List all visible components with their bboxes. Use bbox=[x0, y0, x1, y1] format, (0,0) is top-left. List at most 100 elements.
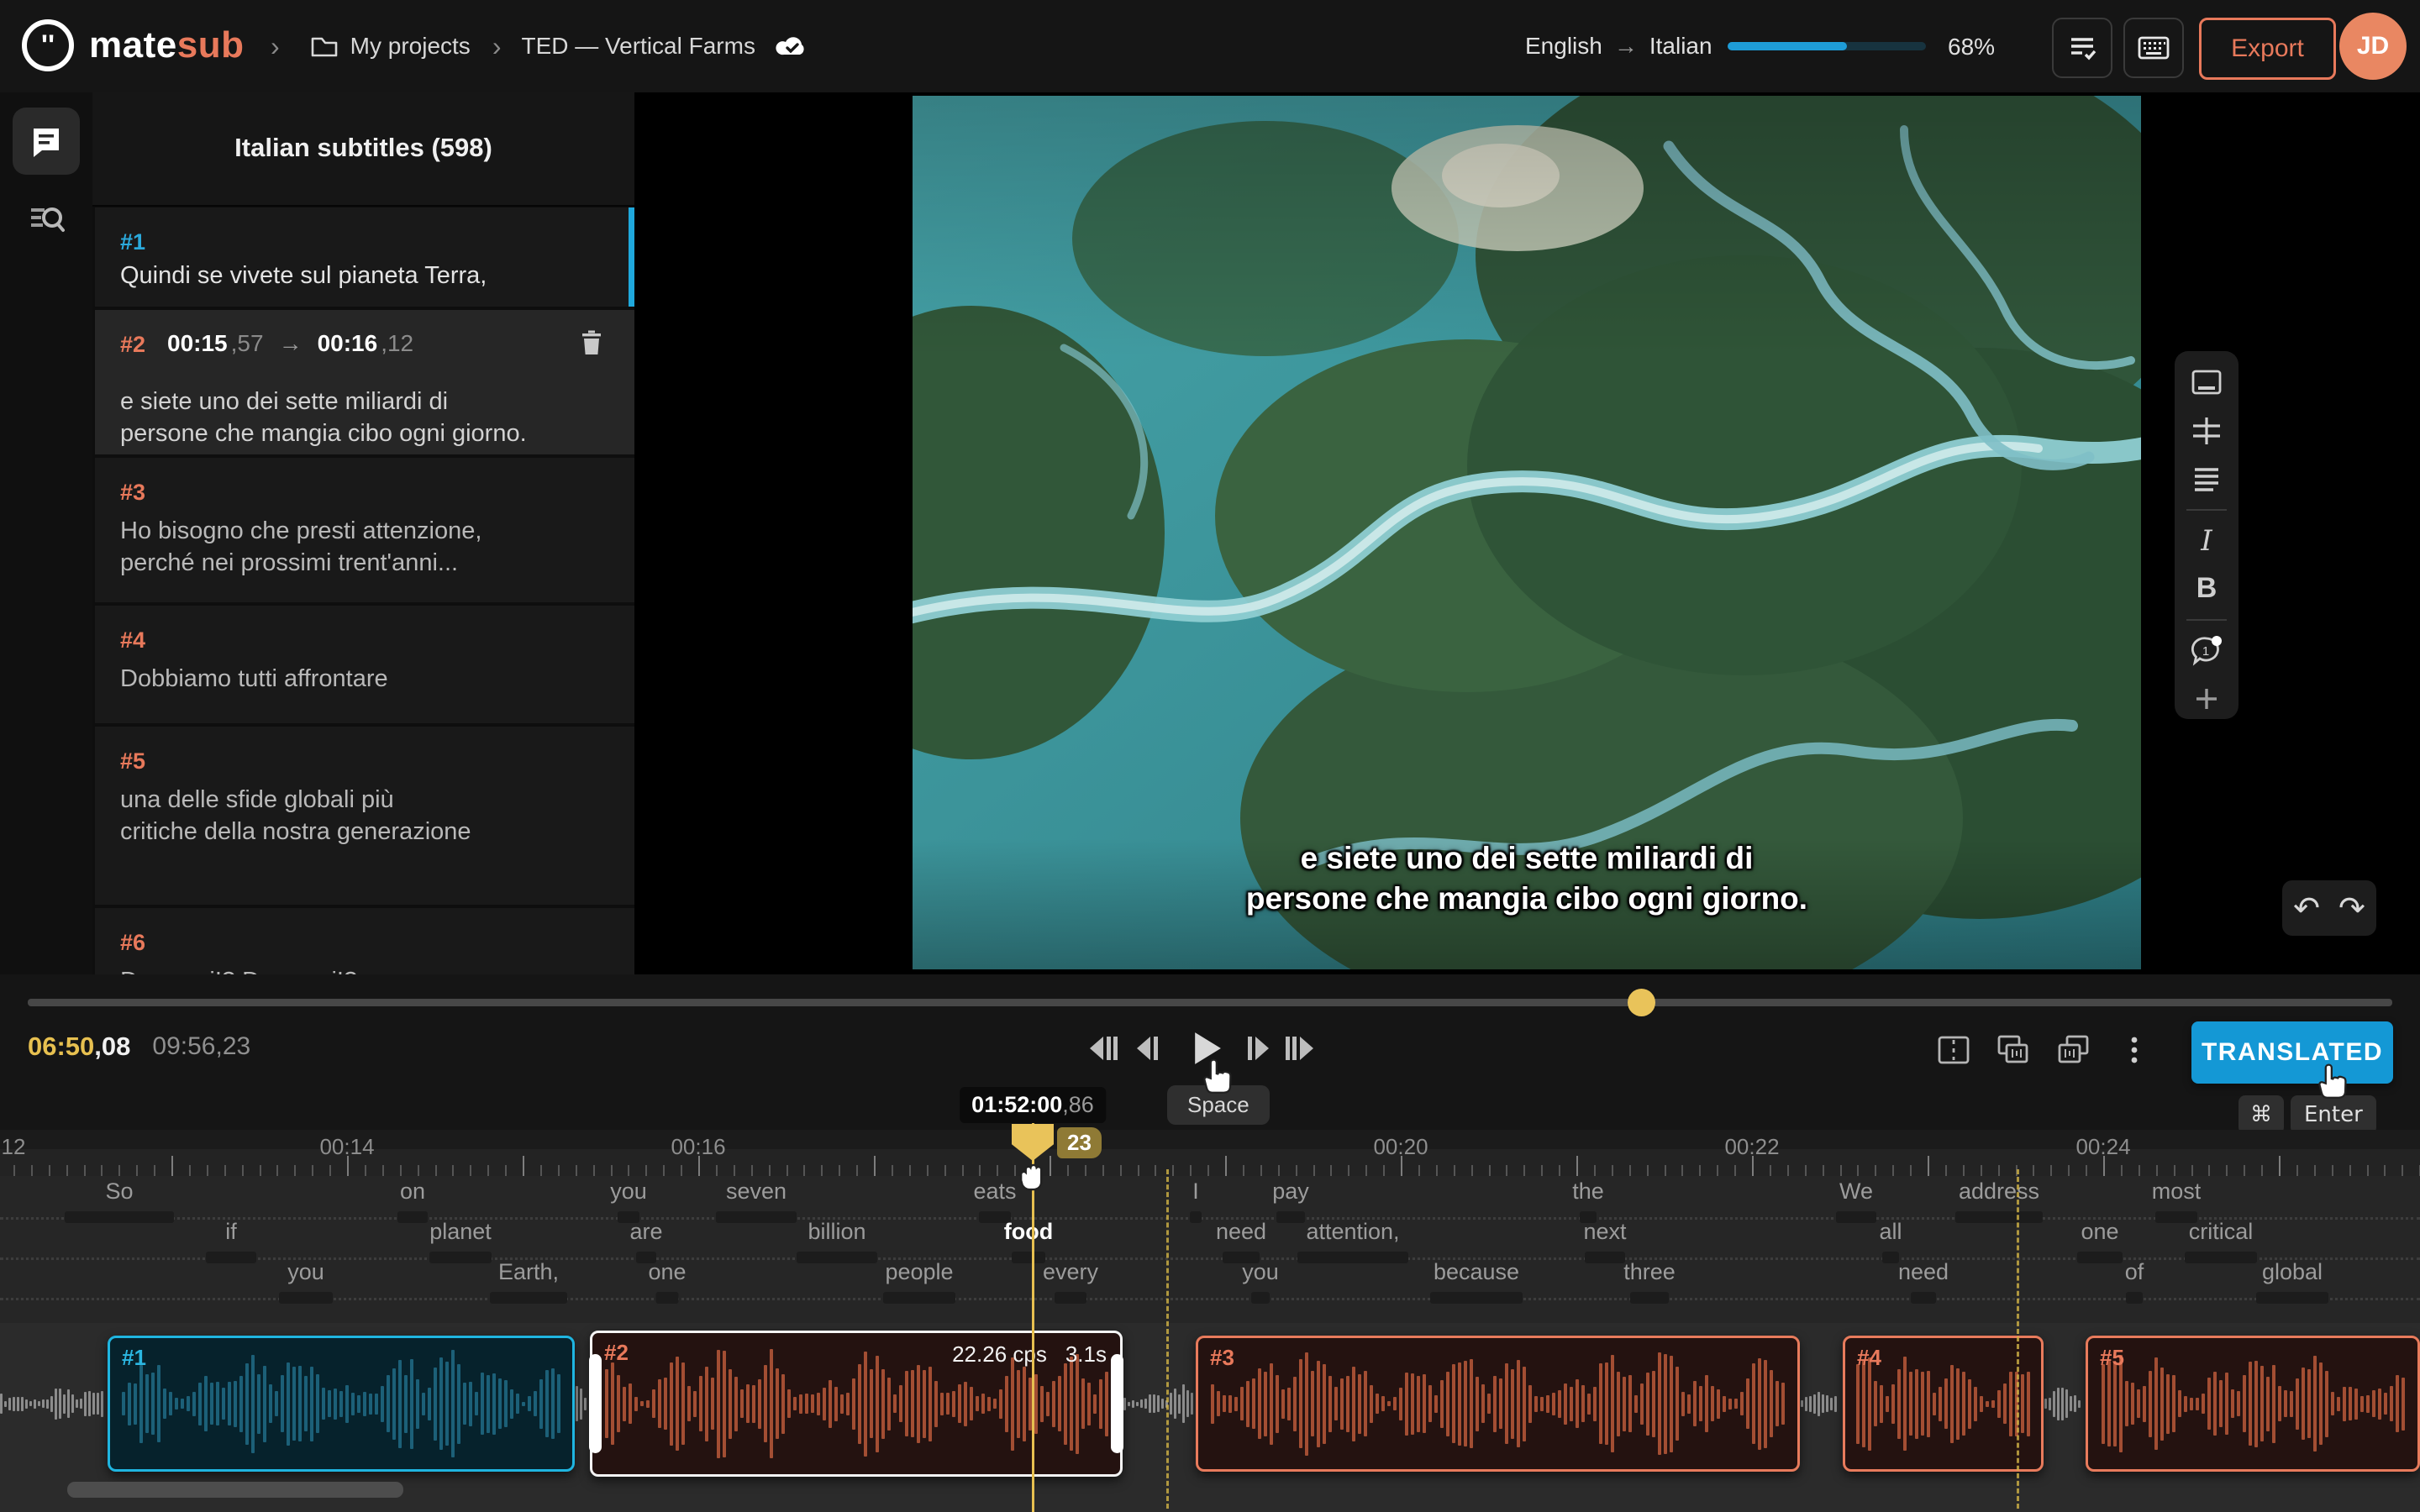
video-player[interactable]: e siete uno dei sette miliardi di person… bbox=[913, 96, 2141, 969]
word-timing-bar[interactable] bbox=[429, 1252, 492, 1263]
source-word[interactable]: need bbox=[1216, 1219, 1266, 1245]
word-timing-bar[interactable] bbox=[2256, 1292, 2328, 1304]
source-word[interactable]: pay bbox=[1272, 1179, 1309, 1205]
source-word[interactable]: people bbox=[885, 1259, 953, 1285]
undo-icon[interactable]: ↶ bbox=[2293, 890, 2320, 927]
source-word[interactable]: most bbox=[2152, 1179, 2202, 1205]
source-word[interactable]: next bbox=[1583, 1219, 1626, 1245]
comments-button[interactable]: 1 bbox=[2185, 631, 2228, 672]
word-timing-bar[interactable] bbox=[1585, 1252, 1625, 1263]
source-word[interactable]: need bbox=[1898, 1259, 1949, 1285]
source-word[interactable]: food bbox=[1004, 1219, 1053, 1245]
position-bottom-button[interactable] bbox=[2185, 363, 2228, 404]
duplicate-track-button[interactable] bbox=[1992, 1030, 2033, 1070]
word-timing-bar[interactable] bbox=[1190, 1211, 1202, 1223]
subtitle-cue[interactable]: #5una delle sfide globali piùcritiche de… bbox=[95, 727, 634, 905]
subtitle-block[interactable]: #222.26 cps3.1s bbox=[590, 1331, 1123, 1477]
cue-text[interactable]: Quindi se vivete sul pianeta Terra, bbox=[120, 260, 602, 291]
word-timing-bar[interactable] bbox=[656, 1292, 679, 1304]
source-word[interactable]: all bbox=[1879, 1219, 1902, 1245]
qa-checklist-button[interactable] bbox=[2052, 18, 2112, 78]
source-word[interactable]: if bbox=[225, 1219, 237, 1245]
subtitle-cue[interactable]: #200:15,57→00:16,12e siete uno dei sette… bbox=[95, 310, 634, 454]
breadcrumb-project-name[interactable]: TED — Vertical Farms bbox=[521, 33, 755, 60]
word-timing-bar[interactable] bbox=[1630, 1292, 1669, 1304]
source-word[interactable]: eats bbox=[973, 1179, 1016, 1205]
source-word[interactable]: you bbox=[1242, 1259, 1279, 1285]
split-view-button[interactable] bbox=[1933, 1030, 1974, 1070]
bold-button[interactable]: B bbox=[2185, 568, 2228, 609]
subtitle-block[interactable]: #1 bbox=[108, 1336, 575, 1472]
word-timing-bar[interactable] bbox=[1297, 1252, 1408, 1263]
more-options-button[interactable] bbox=[2119, 1030, 2149, 1070]
word-timing-bar[interactable] bbox=[1055, 1292, 1086, 1304]
word-timing-bar[interactable] bbox=[1012, 1252, 1045, 1263]
block-resize-handle-right[interactable] bbox=[1111, 1354, 1123, 1453]
source-word[interactable]: every bbox=[1043, 1259, 1098, 1285]
word-timing-bar[interactable] bbox=[797, 1252, 877, 1263]
word-timing-bar[interactable] bbox=[1430, 1292, 1523, 1304]
matesub-logo[interactable]: '' matesub bbox=[20, 18, 244, 73]
source-word[interactable]: you bbox=[287, 1259, 324, 1285]
subtitle-block[interactable]: #3 bbox=[1196, 1336, 1800, 1472]
subtitle-cue[interactable]: #3Ho bisogno che presti attenzione,perch… bbox=[95, 458, 634, 602]
source-word[interactable]: critical bbox=[2189, 1219, 2254, 1245]
seek-knob[interactable] bbox=[1628, 989, 1655, 1016]
cue-timecodes[interactable]: 00:15,57→00:16,12 bbox=[167, 330, 413, 357]
source-word[interactable]: one bbox=[648, 1259, 686, 1285]
source-word[interactable]: three bbox=[1623, 1259, 1676, 1285]
avatar[interactable]: JD bbox=[2339, 13, 2407, 80]
italic-button[interactable]: I bbox=[2185, 521, 2228, 562]
source-word[interactable]: seven bbox=[726, 1179, 786, 1205]
word-timing-bar[interactable] bbox=[883, 1292, 955, 1304]
add-line-button[interactable] bbox=[2185, 678, 2228, 719]
delete-cue-button[interactable] bbox=[579, 328, 604, 357]
subtitle-block[interactable]: #5 bbox=[2086, 1336, 2420, 1472]
shortcuts-button[interactable] bbox=[2123, 18, 2184, 78]
skip-back-button[interactable] bbox=[1085, 1030, 1122, 1067]
source-word[interactable]: address bbox=[1959, 1179, 2039, 1205]
word-timing-bar[interactable] bbox=[1276, 1211, 1305, 1223]
source-word[interactable]: global bbox=[2262, 1259, 2323, 1285]
source-word[interactable]: billion bbox=[808, 1219, 865, 1245]
skip-forward-button[interactable] bbox=[1281, 1030, 1318, 1067]
redo-icon[interactable]: ↷ bbox=[2338, 890, 2365, 927]
word-timing-bar[interactable] bbox=[1836, 1211, 1876, 1223]
subtitles-tab[interactable] bbox=[13, 108, 80, 175]
source-word[interactable]: are bbox=[629, 1219, 662, 1245]
cue-text[interactable]: e siete uno dei sette miliardi dipersone… bbox=[120, 386, 602, 449]
subtitle-block[interactable]: #4 bbox=[1843, 1336, 2044, 1472]
source-word[interactable]: the bbox=[1572, 1179, 1604, 1205]
word-timing-bar[interactable] bbox=[2185, 1252, 2257, 1263]
cue-text[interactable]: Ho bisogno che presti attenzione,perché … bbox=[120, 515, 602, 579]
source-word[interactable]: I bbox=[1192, 1179, 1199, 1205]
translated-button[interactable]: TRANSLATED bbox=[2191, 1021, 2393, 1084]
source-word[interactable]: planet bbox=[429, 1219, 492, 1245]
word-timing-bar[interactable] bbox=[716, 1211, 797, 1223]
source-word[interactable]: one bbox=[2081, 1219, 2118, 1245]
block-resize-handle-left[interactable] bbox=[589, 1354, 602, 1453]
source-word[interactable]: attention, bbox=[1306, 1219, 1399, 1245]
source-word[interactable]: you bbox=[610, 1179, 647, 1205]
source-word[interactable]: on bbox=[400, 1179, 425, 1205]
word-timing-bar[interactable] bbox=[1251, 1292, 1270, 1304]
word-timing-bar[interactable] bbox=[206, 1252, 256, 1263]
breadcrumb-my-projects[interactable]: My projects bbox=[350, 33, 471, 60]
stack-track-button[interactable] bbox=[2053, 1030, 2093, 1070]
source-word[interactable]: Earth, bbox=[498, 1259, 559, 1285]
justify-lines-button[interactable] bbox=[2185, 458, 2228, 499]
source-word[interactable]: of bbox=[2125, 1259, 2144, 1285]
source-word[interactable]: So bbox=[105, 1179, 133, 1205]
frame-forward-button[interactable] bbox=[1240, 1030, 1277, 1067]
word-timing-bar[interactable] bbox=[490, 1292, 567, 1304]
word-timing-bar[interactable] bbox=[2126, 1292, 2143, 1304]
word-timing-bar[interactable] bbox=[2077, 1252, 2123, 1263]
subtitle-cue[interactable]: #1Quindi se vivete sul pianeta Terra, bbox=[95, 207, 634, 307]
source-word[interactable]: We bbox=[1839, 1179, 1873, 1205]
search-subtitles-button[interactable] bbox=[23, 195, 70, 242]
frame-back-button[interactable] bbox=[1128, 1030, 1165, 1067]
word-timing-bar[interactable] bbox=[1911, 1292, 1936, 1304]
export-button[interactable]: Export bbox=[2199, 18, 2336, 80]
cue-text[interactable]: una delle sfide globali piùcritiche dell… bbox=[120, 784, 602, 848]
merge-cue-button[interactable] bbox=[2185, 411, 2228, 452]
